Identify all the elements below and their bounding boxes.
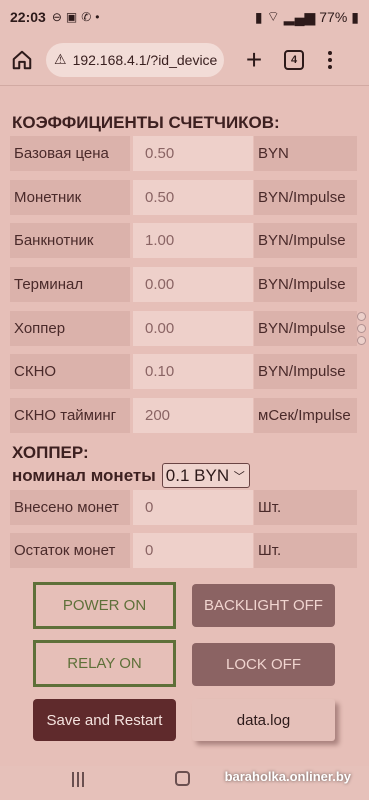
coeff-label: СКНО тайминг (10, 398, 130, 433)
lock-button[interactable]: LOCK OFF (192, 643, 335, 686)
signal-icon: ▂▄▆ (283, 8, 316, 25)
hopper-row-inserted: Внесено монет 0 Шт. (10, 490, 357, 525)
hopper-row-remaining: Остаток монет 0 Шт. (10, 533, 357, 568)
url-text: 192.168.4.1/?id_device (72, 51, 218, 68)
save-restart-button[interactable]: Save and Restart (33, 699, 176, 741)
coeff-unit: BYN/Impulse (254, 354, 357, 389)
chevron-down-icon: ﹀ (233, 470, 245, 483)
coeff-row-base-price: Базовая цена 0.50 BYN (10, 136, 357, 171)
coeff-label: Базовая цена (10, 136, 130, 171)
home-button[interactable] (6, 44, 38, 76)
coeff-row-bill-acceptor: Банкнотник 1.00 BYN/Impulse (10, 223, 357, 258)
coeff-label: Монетник (10, 180, 130, 215)
tab-count: 4 (290, 53, 298, 66)
nav-home-button[interactable] (175, 771, 190, 786)
watermark: baraholka.onliner.by (224, 769, 351, 784)
system-nav-bar: baraholka.onliner.by (0, 766, 369, 800)
status-system-icons: ▮ ⌔ ▂▄▆ 77% ▮ (255, 8, 359, 26)
coefficients-title: КОЭФФИЦИЕНТЫ СЧЕТЧИКОВ: (12, 113, 280, 132)
coeff-unit: мСек/Impulse (254, 398, 357, 433)
hopper-title: ХОППЕР: (12, 443, 89, 462)
minus-circle-icon: ⊖ (51, 10, 62, 24)
coeff-input[interactable]: 0.00 (133, 267, 253, 302)
hopper-input[interactable]: 0 (133, 490, 253, 525)
coeff-unit: BYN (254, 136, 357, 171)
coeff-row-skno-timing: СКНО тайминг 200 мСек/Impulse (10, 398, 357, 433)
new-tab-button[interactable]: + (236, 42, 272, 78)
plus-icon: + (245, 43, 263, 75)
battery-percent: 77% (319, 9, 348, 25)
hopper-unit: Шт. (254, 490, 357, 525)
status-notification-icons: ⊖ ▣ ✆ • (52, 10, 100, 24)
coeff-unit: BYN/Impulse (254, 311, 357, 346)
coeff-label: Банкнотник (10, 223, 130, 258)
warning-icon[interactable]: ⚠ (54, 51, 67, 68)
status-time: 22:03 (10, 9, 46, 25)
power-button[interactable]: POWER ON (33, 582, 176, 629)
coeff-input[interactable]: 0.00 (133, 311, 253, 346)
square-icon: ▣ (65, 10, 78, 24)
coin-nominal-label: номинал монеты (12, 465, 156, 485)
status-bar: 22:03 ⊖ ▣ ✆ • ▮ ⌔ ▂▄▆ 77% ▮ (0, 0, 369, 34)
coeff-label: Терминал (10, 267, 130, 302)
coeff-input[interactable]: 0.50 (133, 136, 253, 171)
coin-nominal-select[interactable]: 0.1 BYN ﹀ (161, 463, 250, 488)
overflow-menu-button[interactable] (320, 50, 340, 69)
recent-apps-button[interactable] (72, 772, 84, 787)
coeff-row-terminal: Терминал 0.00 BYN/Impulse (10, 267, 357, 302)
scroll-indicator[interactable] (357, 312, 366, 345)
phone-icon: ✆ (81, 10, 92, 24)
sim-icon: ▮ (254, 8, 263, 25)
coin-nominal-value: 0.1 BYN (165, 465, 230, 485)
coeff-input[interactable]: 0.10 (133, 354, 253, 389)
coeff-row-hopper: Хоппер 0.00 BYN/Impulse (10, 311, 357, 346)
hopper-label: Остаток монет (10, 533, 130, 568)
coeff-input[interactable]: 1.00 (133, 223, 253, 258)
coeff-label: Хоппер (10, 311, 130, 346)
coeff-label: СКНО (10, 354, 130, 389)
coeff-input[interactable]: 0.50 (133, 180, 253, 215)
coeff-unit: BYN/Impulse (254, 223, 357, 258)
coeff-row-skno: СКНО 0.10 BYN/Impulse (10, 354, 357, 389)
tab-switcher-button[interactable]: 4 (284, 49, 304, 70)
backlight-button[interactable]: BACKLIGHT OFF (192, 584, 335, 627)
dot-icon: • (95, 10, 100, 24)
coin-nominal: номинал монеты 0.1 BYN ﹀ (12, 463, 250, 488)
coeff-unit: BYN/Impulse (254, 267, 357, 302)
coeff-row-coin-acceptor: Монетник 0.50 BYN/Impulse (10, 180, 357, 215)
address-bar[interactable]: ⚠ 192.168.4.1/?id_device (46, 42, 224, 77)
coeff-input[interactable]: 200 (133, 398, 253, 433)
hopper-input[interactable]: 0 (133, 533, 253, 568)
browser-toolbar: ⚠ 192.168.4.1/?id_device + 4 (0, 34, 369, 86)
relay-button[interactable]: RELAY ON (33, 640, 176, 687)
page-content: КОЭФФИЦИЕНТЫ СЧЕТЧИКОВ: Базовая цена 0.5… (0, 86, 369, 766)
datalog-button[interactable]: data.log (192, 699, 335, 741)
hopper-unit: Шт. (254, 533, 357, 568)
coeff-unit: BYN/Impulse (254, 180, 357, 215)
hopper-label: Внесено монет (10, 490, 130, 525)
battery-icon: ▮ (351, 8, 359, 25)
wifi-icon: ⌔ (266, 8, 280, 24)
home-icon (12, 50, 32, 69)
